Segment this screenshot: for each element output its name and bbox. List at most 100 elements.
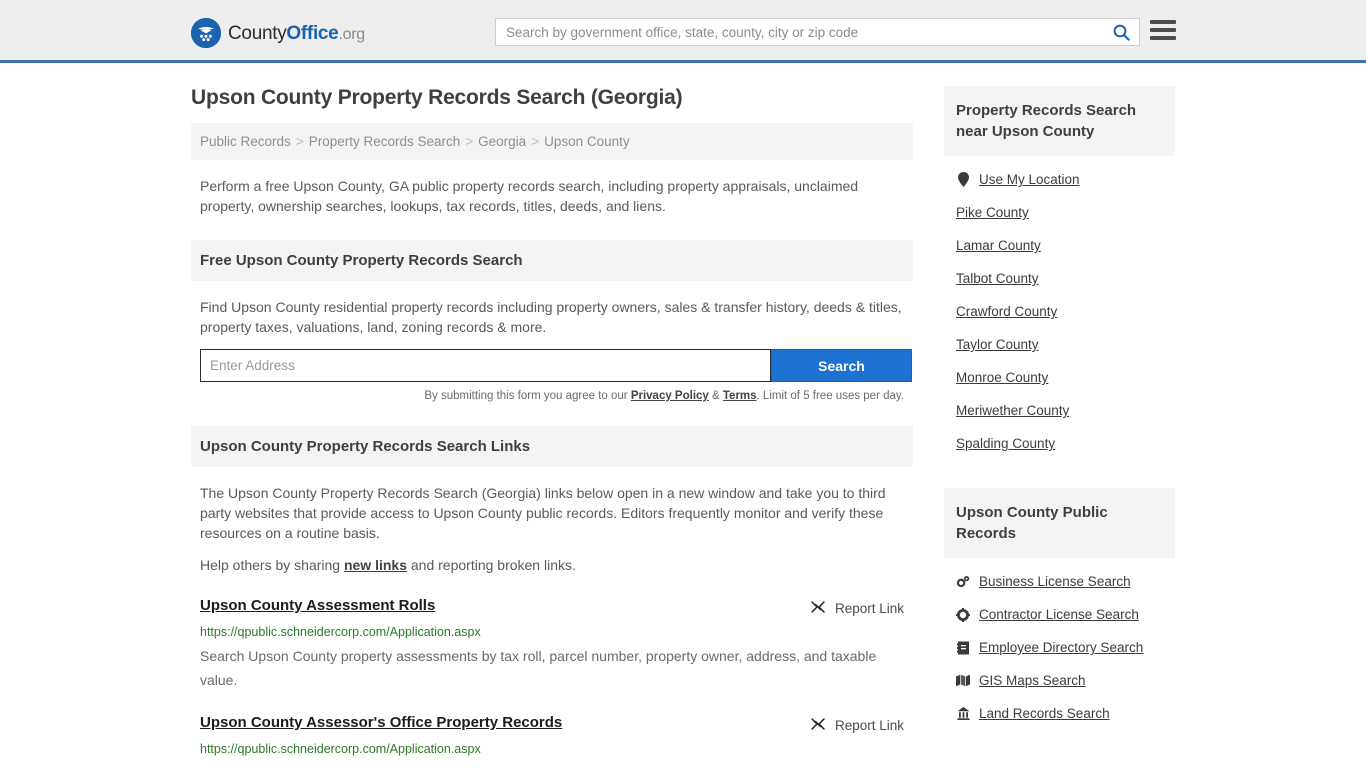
sidebar-item-use-my-location[interactable]: Use My Location (944, 163, 1175, 196)
sidebar-public-records-block: Upson County Public Records Business Lic… (944, 488, 1175, 730)
sidebar-item-employee-directory-search[interactable]: Employee Directory Search (944, 631, 1175, 664)
list-item: Upson County Assessor's Office Property … (191, 714, 913, 768)
sidebar-link-label[interactable]: Crawford County (956, 304, 1057, 319)
cogs-icon (956, 575, 970, 589)
sidebar-item-pike-county[interactable]: Pike County (944, 196, 1175, 229)
report-link-button[interactable]: Report Link (810, 714, 904, 735)
sidebar-item-gis-maps-search[interactable]: GIS Maps Search (944, 664, 1175, 697)
link-title[interactable]: Upson County Assessor's Office Property … (200, 714, 562, 731)
sidebar-item-lamar-county[interactable]: Lamar County (944, 229, 1175, 262)
map-icon (956, 674, 970, 687)
address-input[interactable] (200, 349, 771, 382)
sidebar-public-records-list: Business License Search Contractor Licen… (944, 558, 1175, 730)
sidebar-item-spalding-county[interactable]: Spalding County (944, 427, 1175, 460)
sidebar-item-meriwether-county[interactable]: Meriwether County (944, 394, 1175, 427)
address-search-form: Search (200, 349, 912, 382)
broken-link-icon (810, 599, 826, 618)
sidebar-link-label[interactable]: Business License Search (979, 574, 1131, 589)
hamburger-bar (1150, 20, 1176, 24)
sidebar-link-label[interactable]: Spalding County (956, 436, 1055, 451)
new-links-link[interactable]: new links (344, 557, 407, 573)
global-search-bar[interactable] (495, 18, 1140, 46)
search-input[interactable] (496, 19, 1103, 45)
page-intro-text: Perform a free Upson County, GA public p… (200, 178, 859, 214)
breadcrumb-separator: > (531, 134, 540, 149)
broken-link-icon (810, 716, 826, 735)
privacy-policy-link[interactable]: Privacy Policy (631, 390, 709, 402)
logo-text-office: Office (286, 22, 339, 44)
sidebar-item-contractor-license-search[interactable]: Contractor License Search (944, 598, 1175, 631)
help-pre: Help others by sharing (200, 557, 344, 573)
hamburger-bar (1150, 36, 1176, 40)
page-container: Upson County Property Records Search (Ge… (0, 63, 1366, 768)
free-search-description: Find Upson County residential property r… (200, 299, 902, 335)
sidebar-public-records-heading: Upson County Public Records (944, 488, 1175, 558)
site-header: CountyOffice.org (0, 0, 1366, 63)
link-header-row: Upson County Assessment Rolls Report Lin… (200, 597, 904, 618)
link-header-row: Upson County Assessor's Office Property … (200, 714, 904, 735)
sidebar-link-label[interactable]: Use My Location (979, 172, 1080, 187)
main-content: Upson County Property Records Search (Ge… (191, 86, 913, 768)
sidebar-link-label[interactable]: GIS Maps Search (979, 673, 1086, 688)
hamburger-bar (1150, 28, 1176, 32)
help-post: and reporting broken links. (407, 557, 576, 573)
hamburger-menu-icon[interactable] (1150, 20, 1176, 40)
sidebar: Property Records Search near Upson Count… (944, 86, 1175, 768)
link-url: https://qpublic.schneidercorp.com/Applic… (200, 625, 481, 639)
breadcrumb-item-georgia[interactable]: Georgia (478, 134, 526, 149)
breadcrumb-item-property-records-search[interactable]: Property Records Search (309, 134, 461, 149)
fineprint-pre: By submitting this form you agree to our (424, 390, 631, 402)
sidebar-item-business-license-search[interactable]: Business License Search (944, 565, 1175, 598)
logo-wordmark: CountyOffice.org (228, 24, 365, 43)
address-book-icon (956, 641, 970, 655)
sidebar-link-label[interactable]: Employee Directory Search (979, 640, 1143, 655)
sidebar-item-taylor-county[interactable]: Taylor County (944, 328, 1175, 361)
report-link-label: Report Link (834, 601, 904, 616)
links-section-heading: Upson County Property Records Search Lin… (191, 426, 913, 467)
sidebar-item-land-records-search[interactable]: Land Records Search (944, 697, 1175, 730)
search-submit-button[interactable] (1103, 19, 1139, 45)
sidebar-link-label[interactable]: Taylor County (956, 337, 1039, 352)
sidebar-link-label[interactable]: Monroe County (956, 370, 1048, 385)
page-title: Upson County Property Records Search (Ge… (191, 86, 683, 109)
link-description: Search Upson County property assessments… (200, 648, 877, 688)
free-search-body: Find Upson County residential property r… (191, 281, 913, 337)
link-title[interactable]: Upson County Assessment Rolls (200, 597, 435, 614)
link-url: https://qpublic.schneidercorp.com/Applic… (200, 742, 481, 756)
sidebar-link-label[interactable]: Land Records Search (979, 706, 1110, 721)
form-fineprint: By submitting this form you agree to our… (191, 382, 913, 402)
search-icon (1113, 24, 1130, 41)
sidebar-link-label[interactable]: Meriwether County (956, 403, 1069, 418)
report-link-label: Report Link (834, 718, 904, 733)
breadcrumb-separator: > (465, 134, 474, 149)
links-section-body: The Upson County Property Records Search… (191, 467, 913, 575)
breadcrumb: Public Records > Property Records Search > G… (191, 123, 913, 160)
sidebar-item-crawford-county[interactable]: Crawford County (944, 295, 1175, 328)
link-description: Search Upson County Assessor's Office pr… (200, 761, 904, 768)
breadcrumb-item-upson-county[interactable]: Upson County (544, 134, 630, 149)
sidebar-near-list: Use My Location Pike County Lamar County… (944, 156, 1175, 460)
links-section-help: Help others by sharing new links and rep… (200, 555, 904, 575)
sidebar-near-heading: Property Records Search near Upson Count… (944, 86, 1175, 156)
list-item: Upson County Assessment Rolls Report Lin… (191, 597, 913, 692)
sidebar-item-talbot-county[interactable]: Talbot County (944, 262, 1175, 295)
sidebar-link-label[interactable]: Contractor License Search (979, 607, 1139, 622)
landmark-icon (956, 707, 970, 720)
logo-text-county: County (228, 22, 287, 44)
logo-text-org: .org (338, 25, 365, 43)
site-logo[interactable]: CountyOffice.org (191, 18, 365, 48)
report-link-button[interactable]: Report Link (810, 597, 904, 618)
fineprint-amp: & (708, 390, 723, 402)
free-search-heading: Free Upson County Property Records Searc… (191, 240, 913, 281)
sidebar-item-monroe-county[interactable]: Monroe County (944, 361, 1175, 394)
cog-icon (956, 607, 970, 622)
sidebar-link-label[interactable]: Talbot County (956, 271, 1039, 286)
links-section-paragraph: The Upson County Property Records Search… (200, 485, 886, 541)
breadcrumb-separator: > (295, 134, 304, 149)
sidebar-link-label[interactable]: Lamar County (956, 238, 1041, 253)
terms-link[interactable]: Terms (723, 390, 757, 402)
sidebar-link-label[interactable]: Pike County (956, 205, 1029, 220)
eagle-shield-logo-icon (191, 18, 221, 48)
breadcrumb-item-public-records[interactable]: Public Records (200, 134, 291, 149)
address-search-button[interactable]: Search (771, 349, 912, 382)
